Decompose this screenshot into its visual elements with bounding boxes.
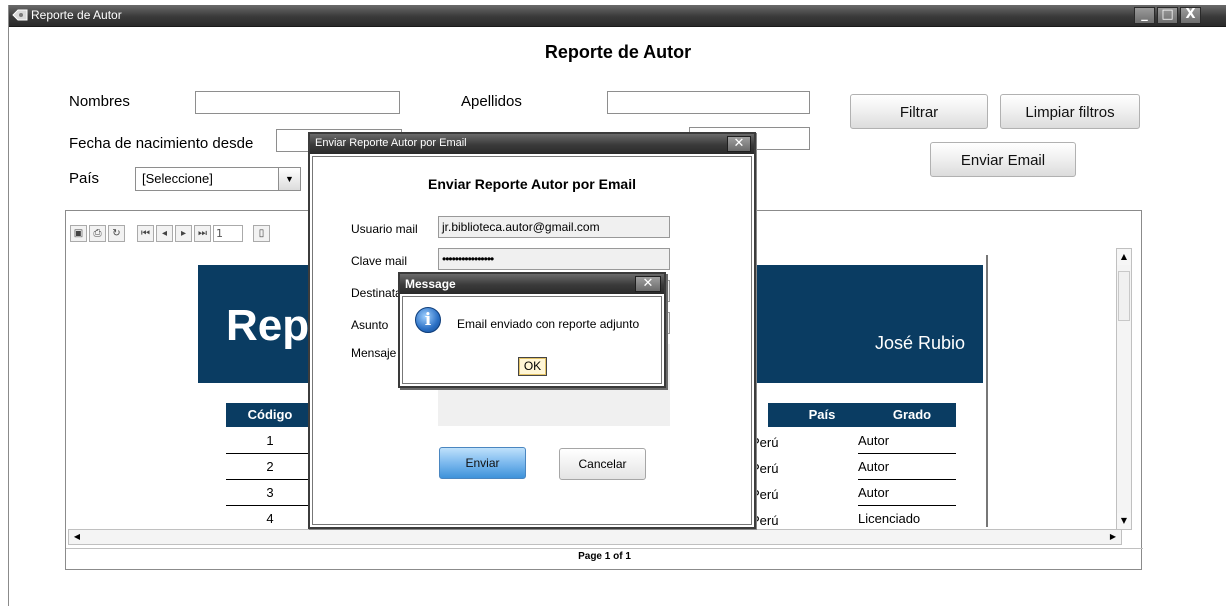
vertical-scrollbar[interactable]: ▲ ▼ <box>1116 248 1132 530</box>
scroll-right-icon[interactable]: ▶ <box>1105 530 1121 544</box>
divider <box>66 548 1143 549</box>
usuario-mail-label: Usuario mail <box>351 222 418 236</box>
destinatario-label: Destinata <box>351 286 402 300</box>
email-dialog-title-bar[interactable]: Enviar Reporte Autor por Email ✕ <box>310 134 754 154</box>
scroll-thumb[interactable] <box>1118 271 1130 321</box>
table-row-divider <box>858 505 956 506</box>
table-cell-grado: Autor <box>858 459 890 474</box>
message-dialog-title-bar[interactable]: Message ✕ <box>400 274 664 294</box>
table-cell-grado: Licenciado <box>858 511 921 526</box>
save-icon[interactable]: ▣ <box>70 225 87 242</box>
clave-mail-label: Clave mail <box>351 254 408 268</box>
table-cell-grado: Autor <box>858 485 890 500</box>
apellidos-input[interactable] <box>607 91 810 114</box>
document-icon[interactable]: ▯ <box>253 225 270 242</box>
column-header-pais: País <box>808 407 836 422</box>
page-number-input[interactable]: 1 <box>213 225 243 242</box>
maximize-button[interactable]: □ <box>1157 7 1178 24</box>
table-cell-codigo: 4 <box>266 511 274 526</box>
table-cell-codigo: 3 <box>266 485 274 500</box>
prev-page-icon[interactable]: ◂ <box>156 225 173 242</box>
ok-button[interactable]: OK <box>518 357 547 376</box>
clave-mail-input[interactable]: •••••••••••••••• <box>438 248 670 270</box>
filtrar-button[interactable]: Filtrar <box>850 94 988 129</box>
table-cell-codigo: 2 <box>266 459 274 474</box>
horizontal-scrollbar[interactable]: ◀ ▶ <box>68 529 1122 545</box>
page-title: Reporte de Autor <box>544 42 692 62</box>
minimize-button[interactable]: _ <box>1134 7 1155 24</box>
enviar-button[interactable]: Enviar <box>439 447 526 479</box>
limpiar-filtros-button[interactable]: Limpiar filtros <box>1000 94 1140 129</box>
table-row-divider <box>226 505 314 506</box>
main-window-title: Reporte de Autor <box>31 8 122 22</box>
table-row-divider <box>226 453 314 454</box>
column-header-pais-grado: País Grado <box>768 403 956 427</box>
message-close-icon[interactable]: ✕ <box>635 276 661 292</box>
enviar-email-button[interactable]: Enviar Email <box>930 142 1076 177</box>
pais-label: País <box>69 170 100 187</box>
close-button[interactable]: X <box>1180 7 1201 24</box>
viewer-toolbar: ▣ ⎙ ↻ ⏮ ◂ ▸ ⏭ 1 ▯ <box>70 225 270 245</box>
message-dialog-title: Message <box>405 277 456 291</box>
usuario-mail-input[interactable]: jr.biblioteca.autor@gmail.com <box>438 216 670 238</box>
report-banner-title: Rep <box>226 301 310 350</box>
pais-select[interactable]: [Seleccione] ▼ <box>135 167 301 191</box>
email-dialog-heading: Enviar Reporte Autor por Email <box>428 176 636 192</box>
table-row-divider <box>858 453 956 454</box>
last-page-icon[interactable]: ⏭ <box>194 225 211 242</box>
next-page-icon[interactable]: ▸ <box>175 225 192 242</box>
table-row-divider <box>226 479 314 480</box>
table-row-divider <box>858 479 956 480</box>
message-text: Email enviado con reporte adjunto <box>457 317 640 331</box>
main-title-bar[interactable]: Reporte de Autor _ □ X <box>9 5 1226 27</box>
table-cell-codigo: 1 <box>266 433 274 448</box>
print-icon[interactable]: ⎙ <box>89 225 106 242</box>
email-dialog-title: Enviar Reporte Autor por Email <box>315 137 467 149</box>
scroll-up-icon[interactable]: ▲ <box>1117 249 1131 265</box>
report-author: José Rubio <box>875 333 966 353</box>
asunto-label: Asunto <box>351 318 389 332</box>
pais-selected-value: [Seleccione] <box>142 171 213 186</box>
fecha-desde-label: Fecha de nacimiento desde <box>69 135 254 152</box>
column-header-codigo: Código <box>226 403 314 427</box>
nombres-label: Nombres <box>69 93 130 110</box>
message-dialog: Message ✕ i Email enviado con reporte ad… <box>398 272 666 388</box>
app-icon <box>12 9 28 21</box>
chevron-down-icon[interactable]: ▼ <box>278 168 300 190</box>
scroll-down-icon[interactable]: ▼ <box>1117 513 1131 529</box>
page-status: Page 1 of 1 <box>578 551 631 562</box>
table-cell-grado: Autor <box>858 433 890 448</box>
scroll-left-icon[interactable]: ◀ <box>69 530 85 544</box>
email-dialog-close-icon[interactable]: ✕ <box>727 136 751 152</box>
nombres-input[interactable] <box>195 91 400 114</box>
mensaje-label: Mensaje <box>351 346 397 360</box>
apellidos-label: Apellidos <box>461 93 522 110</box>
first-page-icon[interactable]: ⏮ <box>137 225 154 242</box>
refresh-icon[interactable]: ↻ <box>108 225 125 242</box>
cancelar-button[interactable]: Cancelar <box>559 448 646 480</box>
message-dialog-body: i Email enviado con reporte adjunto OK <box>402 296 662 384</box>
info-icon: i <box>415 307 441 333</box>
column-header-grado: Grado <box>892 407 932 422</box>
